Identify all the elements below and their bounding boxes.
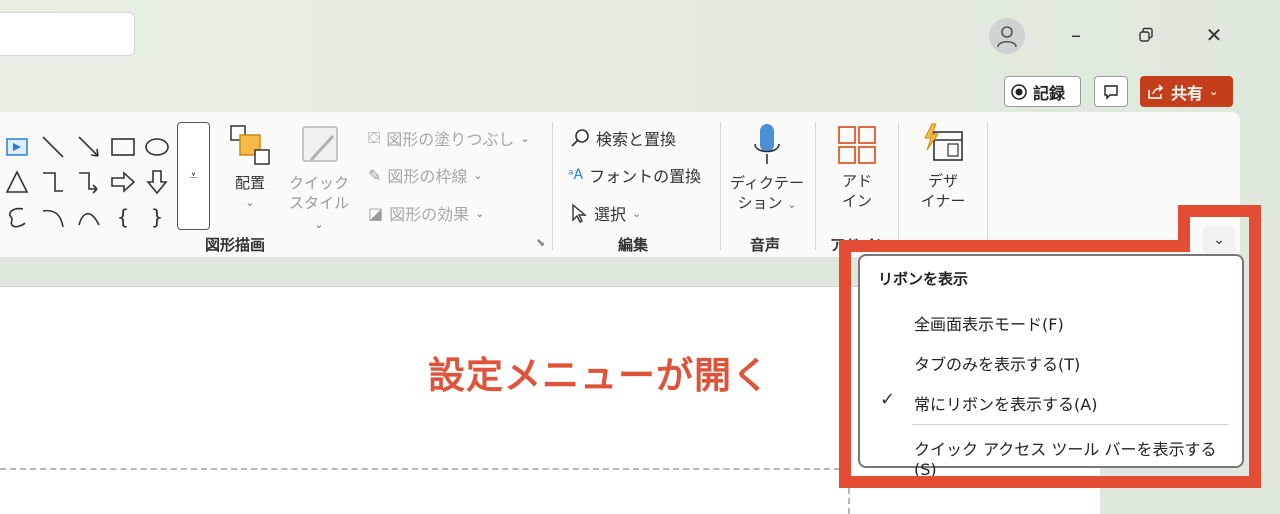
highlight-frame	[839, 205, 1261, 488]
